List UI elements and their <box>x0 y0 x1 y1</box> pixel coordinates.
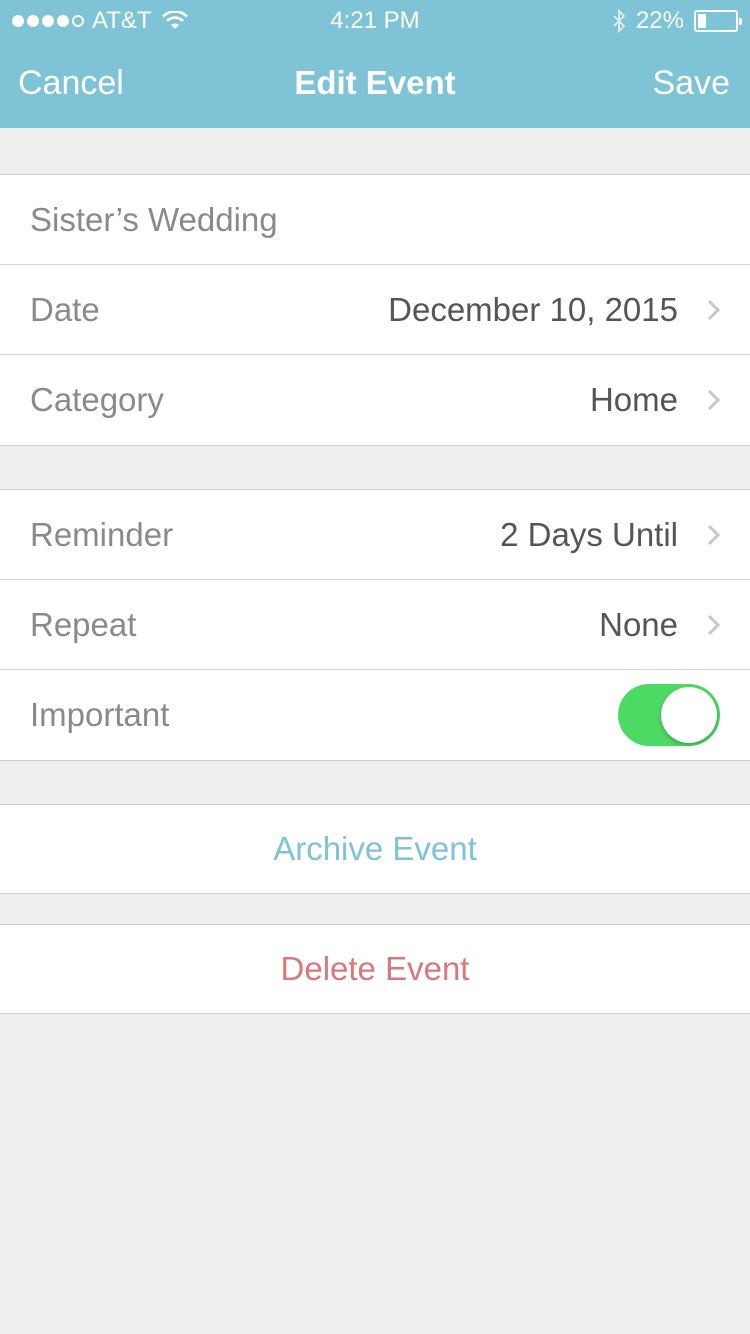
battery-level <box>698 14 706 28</box>
delete-group: Delete Event <box>0 924 750 1014</box>
delete-event-button[interactable]: Delete Event <box>0 925 750 1013</box>
repeat-row[interactable]: Repeat None <box>0 580 750 670</box>
date-row[interactable]: Date December 10, 2015 <box>0 265 750 355</box>
important-row: Important <box>0 670 750 760</box>
battery-icon <box>694 10 742 32</box>
navigation-bar: Cancel Edit Event Save <box>0 40 750 128</box>
event-settings-group: Reminder 2 Days Until Repeat None Import… <box>0 489 750 761</box>
chevron-right-icon <box>707 524 721 546</box>
repeat-label: Repeat <box>30 605 137 643</box>
toggle-knob <box>661 687 717 743</box>
event-details-group: Sister’s Wedding Date December 10, 2015 … <box>0 174 750 446</box>
archive-group: Archive Event <box>0 804 750 894</box>
category-row[interactable]: Category Home <box>0 355 750 445</box>
save-button[interactable]: Save <box>653 64 731 103</box>
page-title: Edit Event <box>294 64 456 101</box>
date-value: December 10, 2015 <box>388 290 678 328</box>
battery-percent: 22% <box>635 7 684 34</box>
category-label: Category <box>30 381 164 418</box>
header: AT&T 4:21 PM 22% Cancel Edit Event Save <box>0 0 750 128</box>
event-title-field[interactable]: Sister’s Wedding <box>30 201 278 239</box>
category-value: Home <box>589 381 678 418</box>
repeat-value: None <box>599 605 678 643</box>
important-toggle[interactable] <box>618 684 720 746</box>
chevron-right-icon <box>707 614 721 636</box>
status-right: 22% <box>612 7 742 35</box>
bluetooth-icon <box>613 9 626 33</box>
event-title-row[interactable]: Sister’s Wedding <box>0 175 750 265</box>
reminder-row[interactable]: Reminder 2 Days Until <box>0 490 750 580</box>
archive-event-button[interactable]: Archive Event <box>0 805 750 893</box>
chevron-right-icon <box>707 389 721 411</box>
reminder-label: Reminder <box>30 515 174 553</box>
chevron-right-icon <box>707 299 721 321</box>
status-bar: AT&T 4:21 PM 22% <box>0 0 750 40</box>
reminder-value: 2 Days Until <box>500 515 678 553</box>
date-label: Date <box>30 290 100 328</box>
important-label: Important <box>30 696 170 733</box>
